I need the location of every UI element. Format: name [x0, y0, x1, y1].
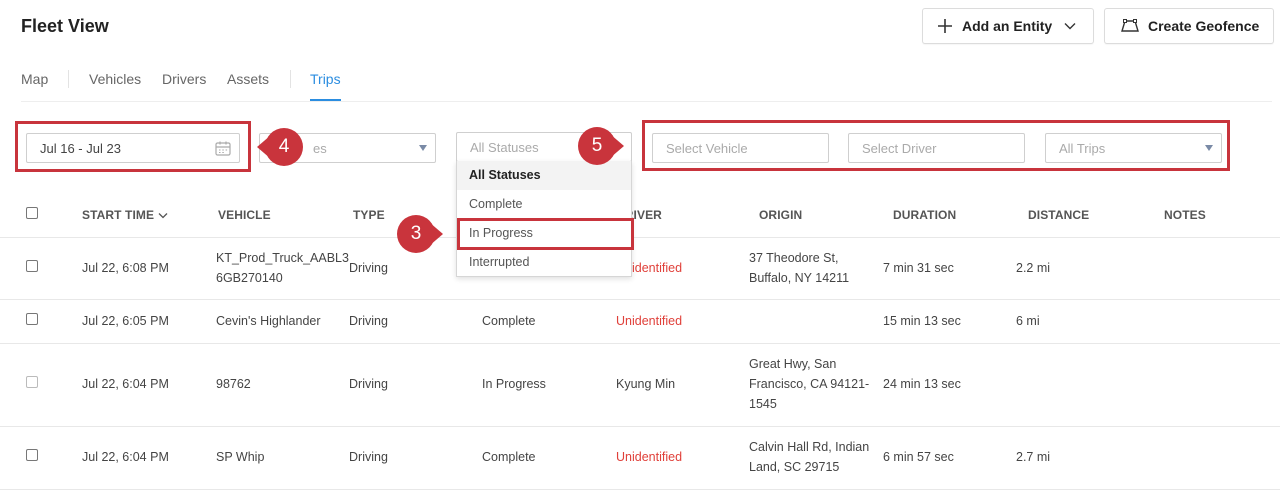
- column-header-duration[interactable]: DURATION: [893, 208, 956, 222]
- plus-icon: [937, 18, 953, 34]
- cell-start-time: Jul 22, 6:04 PM: [82, 377, 169, 391]
- create-geofence-label: Create Geofence: [1148, 18, 1260, 34]
- row-checkbox[interactable]: [26, 313, 38, 325]
- cell-start-time: Jul 22, 6:08 PM: [82, 261, 169, 275]
- column-header-type[interactable]: TYPE: [353, 208, 385, 222]
- select-all-checkbox[interactable]: [26, 207, 38, 219]
- nav-tabs: Map Vehicles Drivers Assets Trips: [21, 70, 1272, 102]
- cell-vehicle: KT_Prod_Truck_AABL3 6GB270140: [216, 251, 349, 285]
- row-divider: [0, 426, 1280, 427]
- chevron-down-icon: [1064, 22, 1076, 30]
- cell-origin: 37 Theodore St, Buffalo, NY 14211: [749, 251, 850, 285]
- caret-down-icon: [419, 145, 427, 151]
- cell-status: Complete: [482, 314, 536, 328]
- cell-origin: Calvin Hall Rd, Indian Land, SC 29715: [749, 440, 870, 474]
- column-header-distance[interactable]: DISTANCE: [1028, 208, 1089, 222]
- chevron-down-icon: [158, 208, 168, 222]
- tab-trips[interactable]: Trips: [310, 70, 341, 101]
- row-checkbox[interactable]: [26, 260, 38, 272]
- cell-vehicle: Cevin's Highlander: [216, 314, 321, 328]
- cell-type: Driving: [349, 314, 388, 328]
- row-checkbox[interactable]: [26, 449, 38, 461]
- highlight-in-progress-option: [457, 218, 634, 250]
- cell-duration: 7 min 31 sec: [883, 261, 954, 275]
- highlight-vehicle-driver-trips: [642, 120, 1230, 171]
- cell-origin: Great Hwy, San Francisco, CA 94121- 1545: [749, 357, 870, 411]
- cell-duration: 6 min 57 sec: [883, 450, 954, 464]
- highlight-date-range: [15, 121, 251, 172]
- type-select-placeholder: es: [313, 140, 327, 156]
- column-header-origin[interactable]: ORIGIN: [759, 208, 802, 222]
- cell-vehicle: SP Whip: [216, 450, 265, 464]
- cell-driver: Unidentified: [616, 314, 683, 328]
- cell-distance: 2.7 mi: [1016, 450, 1051, 464]
- callout-badge-4: 4: [257, 128, 303, 166]
- cell-distance: 6 mi: [1016, 314, 1040, 328]
- column-header-notes[interactable]: NOTES: [1164, 208, 1206, 222]
- row-divider: [0, 489, 1280, 490]
- callout-number: 3: [397, 215, 435, 253]
- cell-status: Complete: [482, 450, 536, 464]
- tab-divider: [68, 70, 69, 88]
- cell-duration: 24 min 13 sec: [883, 377, 961, 391]
- tab-assets[interactable]: Assets: [227, 70, 269, 101]
- cell-vehicle: 98762: [216, 377, 251, 391]
- callout-badge-5: 5: [578, 127, 624, 165]
- row-checkbox[interactable]: [26, 376, 38, 388]
- row-divider: [0, 237, 1280, 238]
- tab-divider: [290, 70, 291, 88]
- cell-driver: Kyung Min: [616, 377, 676, 391]
- geofence-icon: [1121, 19, 1139, 33]
- status-option-interrupted[interactable]: Interrupted: [457, 248, 631, 277]
- page-title: Fleet View: [21, 16, 109, 36]
- cell-driver: Unidentified: [616, 450, 683, 464]
- add-entity-button[interactable]: Add an Entity: [922, 8, 1094, 44]
- cell-type: Driving: [349, 377, 388, 391]
- cell-type: Driving: [349, 450, 388, 464]
- create-geofence-button[interactable]: Create Geofence: [1104, 8, 1274, 44]
- row-divider: [0, 343, 1280, 344]
- cell-distance: 2.2 mi: [1016, 261, 1051, 275]
- tab-drivers[interactable]: Drivers: [162, 70, 206, 101]
- cell-start-time: Jul 22, 6:05 PM: [82, 314, 169, 328]
- cell-duration: 15 min 13 sec: [883, 314, 961, 328]
- tab-vehicles[interactable]: Vehicles: [89, 70, 141, 101]
- status-option-complete[interactable]: Complete: [457, 190, 631, 219]
- cell-start-time: Jul 22, 6:04 PM: [82, 450, 169, 464]
- callout-number: 5: [578, 127, 616, 165]
- row-divider: [0, 299, 1280, 300]
- callout-badge-3: 3: [397, 215, 443, 253]
- cell-type: Driving: [349, 261, 388, 275]
- column-header-start-time[interactable]: START TIME: [82, 208, 168, 222]
- tab-map[interactable]: Map: [21, 70, 48, 101]
- status-select-value: All Statuses: [470, 139, 539, 155]
- column-header-vehicle[interactable]: VEHICLE: [218, 208, 271, 222]
- add-entity-label: Add an Entity: [962, 18, 1053, 34]
- callout-number: 4: [265, 128, 303, 166]
- status-option-all[interactable]: All Statuses: [457, 161, 631, 190]
- cell-status: In Progress: [482, 377, 546, 391]
